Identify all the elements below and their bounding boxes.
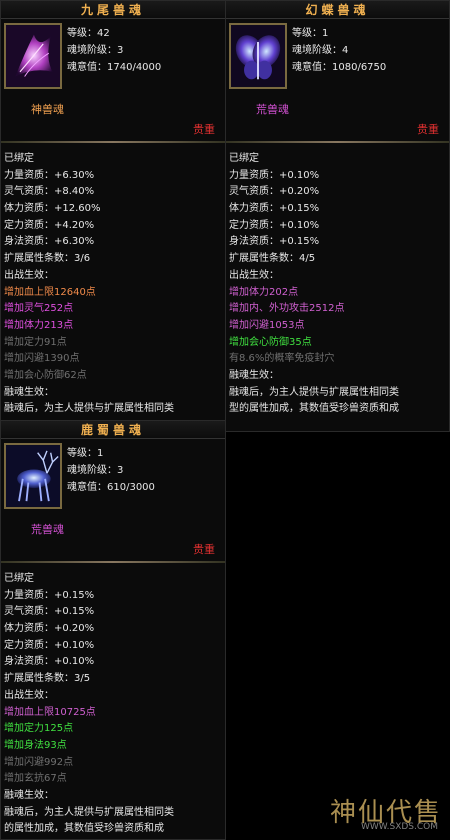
attribute-line: 已绑定	[4, 573, 34, 584]
attribute-line: 力量资质：+0.10%	[229, 169, 320, 181]
divider	[1, 561, 225, 563]
panel-title: 九尾兽魂	[80, 3, 145, 17]
attribute-line: 体力资质：+0.15%	[229, 203, 320, 215]
soul-type-label: 神兽魂	[31, 103, 64, 116]
soul-stats: 等级：1 魂境阶级：4 魂意值：1080/6750	[292, 25, 386, 76]
attribute-line: 出战生效：	[4, 269, 54, 281]
attribute-list: 已绑定力量资质：+6.30% 灵气资质：+8.40% 体力资质：+12.60% 定力资…	[4, 151, 174, 418]
attribute-line: 型的属性加成，其数值受珍兽资质和成	[229, 403, 399, 415]
attribute-line: 体力资质：+0.20%	[4, 623, 95, 635]
deer-icon[interactable]	[4, 443, 62, 509]
attribute-line: 已绑定	[229, 153, 259, 164]
attribute-line: 定力资质：+0.10%	[229, 219, 320, 231]
attribute-line: 增加闪避1053点	[229, 319, 305, 331]
attribute-line: 身法资质：+0.15%	[229, 236, 320, 248]
soul-value-text: 魂意值：1740/4000	[67, 62, 162, 73]
attribute-line: 扩展属性条数：3/5	[4, 673, 91, 685]
attribute-line: 增加灵气252点	[4, 303, 74, 315]
rarity-label: 贵重	[193, 123, 215, 136]
attribute-line: 体力资质：+12.60%	[4, 203, 101, 215]
attribute-line: 融魂生效：	[4, 789, 54, 801]
soul-stats: 等级：1 魂境阶级：3 魂意值：610/3000	[67, 445, 155, 496]
attribute-line: 力量资质：+6.30%	[4, 169, 95, 181]
attribute-line: 增加会心防御35点	[229, 336, 312, 348]
soul-type-label: 荒兽魂	[31, 523, 64, 536]
divider	[1, 141, 225, 143]
soul-value-text: 魂意值：610/3000	[67, 482, 155, 493]
soul-stats: 等级：42 魂境阶级：3 魂意值：1740/4000	[67, 25, 161, 76]
attribute-line: 融魂后，为主人提供与扩展属性相同类	[4, 403, 174, 415]
panel-title: 幻蝶兽魂	[305, 3, 370, 17]
attribute-line: 增加身法93点	[4, 739, 67, 751]
attribute-line: 增加体力202点	[229, 286, 299, 298]
watermark-logo: 神仙代售 WWW.SXDS.COM	[282, 792, 442, 832]
attribute-line: 出战生效：	[229, 269, 279, 281]
attribute-line: 灵气资质：+0.20%	[229, 186, 320, 198]
attribute-line: 融魂生效：	[4, 386, 54, 398]
attribute-line: 增加体力213点	[4, 319, 74, 331]
soul-type-label: 荒兽魂	[256, 103, 289, 116]
attribute-line: 定力资质：+4.20%	[4, 219, 95, 231]
rarity-label: 贵重	[193, 543, 215, 556]
panel-title-bar: 九尾兽魂	[1, 1, 225, 19]
attribute-line: 有8.6%的概率免疫封穴	[229, 353, 335, 365]
attribute-line: 增加闪避1390点	[4, 353, 80, 365]
attribute-line: 出战生效：	[4, 689, 54, 701]
attribute-line: 增加血上限10725点	[4, 706, 96, 718]
attribute-line: 力量资质：+0.15%	[4, 589, 95, 601]
soul-panel-deer: 鹿蜀兽魂 等级：1 魂境阶级：3 魂意值：610/3000 荒兽魂 贵重 已绑定…	[0, 420, 226, 840]
attribute-list: 已绑定力量资质：+0.15% 灵气资质：+0.15% 体力资质：+0.20% 定力资质…	[4, 571, 174, 838]
level-text: 等级：42	[67, 28, 110, 39]
attribute-line: 增加血上限12640点	[4, 286, 96, 298]
soul-panel-nine-tail: 九尾兽魂 等级：42 魂境阶级：3 魂意值：1740/4000 神兽魂 贵重 已…	[0, 0, 226, 432]
attribute-line: 灵气资质：+0.15%	[4, 606, 95, 618]
soul-panel-butterfly: 幻蝶兽魂 等级：1 魂境阶级：4 魂意值：1080/6750 荒兽魂 贵重 已绑…	[225, 0, 450, 432]
attribute-line: 扩展属性条数：3/6	[4, 253, 91, 265]
attribute-line: 身法资质：+0.10%	[4, 656, 95, 668]
level-text: 等级：1	[292, 28, 329, 39]
attribute-line: 定力资质：+0.10%	[4, 639, 95, 651]
attribute-line: 融魂生效：	[229, 369, 279, 381]
watermark-url: WWW.SXDS.COM	[360, 822, 438, 832]
attribute-line: 融魂后，为主人提供与扩展属性相同类	[229, 386, 399, 398]
nine-tail-fox-icon[interactable]	[4, 23, 62, 89]
attribute-line: 融魂后，为主人提供与扩展属性相同类	[4, 806, 174, 818]
attribute-line: 增加定力91点	[4, 336, 67, 348]
level-text: 等级：1	[67, 448, 104, 459]
divider	[226, 141, 449, 143]
attribute-line: 的属性加成，其数值受珍兽资质和成	[4, 823, 164, 835]
attribute-line: 扩展属性条数：4/5	[229, 253, 316, 265]
rarity-label: 贵重	[417, 123, 439, 136]
realm-text: 魂境阶级：3	[67, 45, 124, 56]
panel-title-bar: 鹿蜀兽魂	[1, 421, 225, 439]
soul-value-text: 魂意值：1080/6750	[292, 62, 387, 73]
attribute-line: 增加闪避992点	[4, 756, 74, 768]
attribute-line: 身法资质：+6.30%	[4, 236, 95, 248]
attribute-line: 灵气资质：+8.40%	[4, 186, 95, 198]
attribute-line: 增加定力125点	[4, 723, 74, 735]
attribute-line: 增加玄抗67点	[4, 773, 67, 785]
attribute-line: 已绑定	[4, 153, 34, 164]
attribute-line: 增加内、外功攻击2512点	[229, 303, 345, 315]
realm-text: 魂境阶级：4	[292, 45, 349, 56]
realm-text: 魂境阶级：3	[67, 465, 124, 476]
attribute-list: 已绑定力量资质：+0.10% 灵气资质：+0.20% 体力资质：+0.15% 定力资质…	[229, 151, 399, 418]
butterfly-icon[interactable]	[229, 23, 287, 89]
panel-title: 鹿蜀兽魂	[80, 423, 145, 437]
panel-title-bar: 幻蝶兽魂	[226, 1, 449, 19]
attribute-line: 增加会心防御62点	[4, 369, 87, 381]
